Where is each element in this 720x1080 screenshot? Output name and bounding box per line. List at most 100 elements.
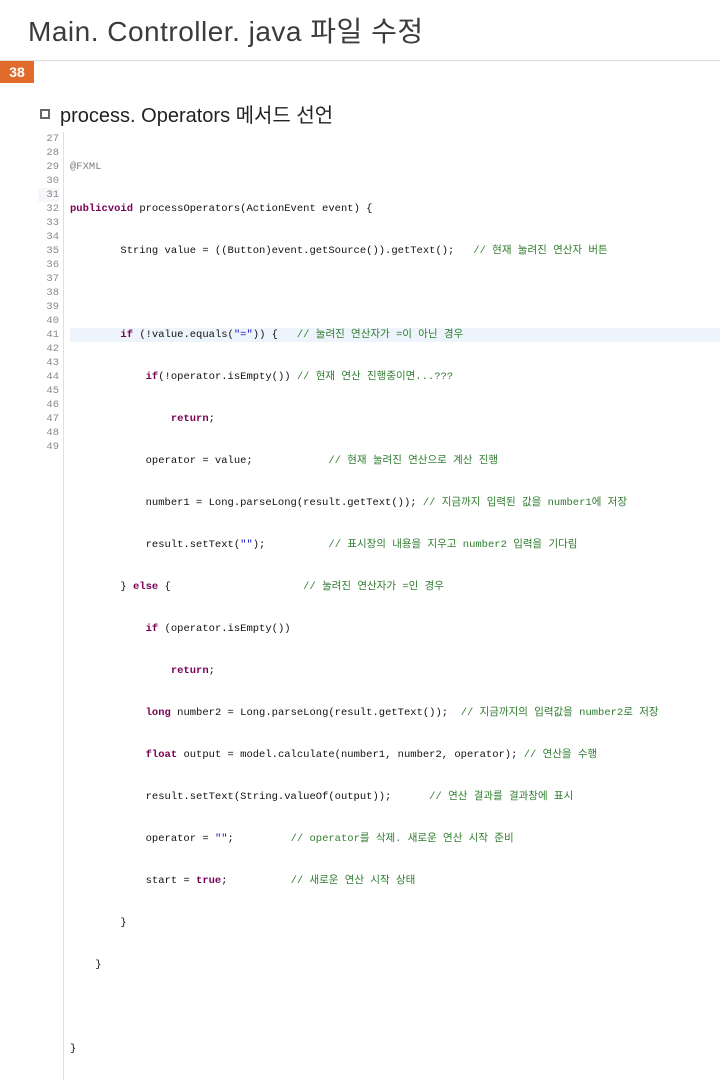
code-text: }	[70, 916, 127, 930]
code-line: return;	[70, 412, 720, 426]
code-line: float output = model.calculate(number1, …	[70, 748, 720, 762]
line-gutter: 27 28 29 30 31 32 33 34 35 36 37 38 39 4…	[38, 132, 64, 1080]
code-line: @FXML	[70, 160, 720, 174]
code-text: {	[158, 580, 303, 594]
code-text	[70, 328, 120, 342]
code-text	[70, 706, 146, 720]
slide-number-badge: 38	[0, 61, 34, 83]
lineno: 42	[38, 342, 59, 356]
lineno: 45	[38, 384, 59, 398]
lineno: 27	[38, 132, 59, 146]
comment: // 연산 결과를 결과창에 표시	[429, 790, 573, 804]
code-text: }	[70, 958, 102, 972]
lineno: 40	[38, 314, 59, 328]
code-lines: @FXML public void processOperators(Actio…	[64, 132, 720, 1080]
code-line: }	[70, 958, 720, 972]
lineno: 43	[38, 356, 59, 370]
comment: // 표시창의 내용을 지우고 number2 입력을 기다림	[328, 538, 577, 552]
code-text: result.setText(	[70, 538, 240, 552]
lineno: 48	[38, 426, 59, 440]
code-block: 27 28 29 30 31 32 33 34 35 36 37 38 39 4…	[0, 132, 720, 1080]
slide-title: Main. Controller. java 파일 수정	[28, 10, 692, 50]
lineno: 28	[38, 146, 59, 160]
string: ""	[215, 832, 228, 846]
lineno: 38	[38, 286, 59, 300]
code-text: output = model.calculate(number1, number…	[177, 748, 524, 762]
lineno: 30	[38, 174, 59, 188]
badge-row: 38	[0, 61, 720, 83]
code-text: start =	[70, 874, 196, 888]
comment: // 현재 눌려진 연산자 버튼	[473, 244, 607, 258]
code-text: (!operator.isEmpty())	[158, 370, 297, 384]
code-line: public void processOperators(ActionEvent…	[70, 202, 720, 216]
code-line: String value = ((Button)event.getSource(…	[70, 244, 720, 258]
comment: // operator를 삭제. 새로운 연산 시작 준비	[291, 832, 514, 846]
code-text	[70, 412, 171, 426]
title-area: Main. Controller. java 파일 수정	[0, 0, 720, 56]
subtitle: process. Operators 메서드 선언	[60, 99, 333, 128]
comment: // 현재 연산 진행중이면...???	[297, 370, 453, 384]
annotation: @FXML	[70, 160, 102, 174]
keyword: else	[133, 580, 158, 594]
code-text: }	[70, 580, 133, 594]
code-text: number1 = Long.parseLong(result.getText(…	[70, 496, 423, 510]
code-text: ;	[228, 832, 291, 846]
comment: // 현재 눌려진 연산으로 계산 진행	[328, 454, 498, 468]
bullet-icon	[40, 109, 50, 119]
code-text: processOperators(ActionEvent event) {	[133, 202, 372, 216]
code-line: result.setText(String.valueOf(output)); …	[70, 790, 720, 804]
comment: // 지금까지 입력된 값을 number1에 저장	[423, 496, 627, 510]
lineno: 34	[38, 230, 59, 244]
comment: // 지금까지의 입력값을 number2로 저장	[461, 706, 659, 720]
string: "="	[234, 328, 253, 342]
lineno: 47	[38, 412, 59, 426]
code-text: (!value.equals(	[133, 328, 234, 342]
string: ""	[240, 538, 253, 552]
code-line: number1 = Long.parseLong(result.getText(…	[70, 496, 720, 510]
code-text: number2 = Long.parseLong(result.getText(…	[171, 706, 461, 720]
code-line: operator = ""; // operator를 삭제. 새로운 연산 시…	[70, 832, 720, 846]
code-text: );	[253, 538, 329, 552]
comment: // 새로운 연산 시작 상태	[291, 874, 416, 888]
code-line: }	[70, 916, 720, 930]
lineno: 37	[38, 272, 59, 286]
subtitle-row: process. Operators 메서드 선언	[0, 83, 720, 132]
code-text: }	[70, 1042, 76, 1056]
code-text: )) {	[253, 328, 297, 342]
lineno: 33	[38, 216, 59, 230]
lineno: 31	[38, 188, 59, 202]
code-line: operator = value; // 현재 눌려진 연산으로 계산 진행	[70, 454, 720, 468]
code-line: if (!value.equals("=")) { // 눌려진 연산자가 =이…	[70, 328, 720, 342]
keyword: public	[70, 202, 108, 216]
code-line: return;	[70, 664, 720, 678]
comment: // 눌려진 연산자가 =인 경우	[303, 580, 444, 594]
lineno: 49	[38, 440, 59, 454]
lineno: 32	[38, 202, 59, 216]
keyword: true	[196, 874, 221, 888]
keyword: void	[108, 202, 133, 216]
keyword: if	[146, 622, 159, 636]
code-text: ;	[209, 412, 215, 426]
code-text: operator = value;	[70, 454, 328, 468]
keyword: return	[171, 412, 209, 426]
code-text: (operator.isEmpty())	[158, 622, 290, 636]
lineno: 36	[38, 258, 59, 272]
keyword: if	[146, 370, 159, 384]
keyword: if	[120, 328, 133, 342]
code-line: if (operator.isEmpty())	[70, 622, 720, 636]
code-text: operator =	[70, 832, 215, 846]
code-text	[70, 664, 171, 678]
code-text: ;	[209, 664, 215, 678]
keyword: float	[146, 748, 178, 762]
code-text	[70, 622, 146, 636]
code-line: }	[70, 1042, 720, 1056]
comment: // 눌려진 연산자가 =이 아닌 경우	[297, 328, 463, 342]
code-line: long number2 = Long.parseLong(result.get…	[70, 706, 720, 720]
keyword: long	[146, 706, 171, 720]
lineno: 35	[38, 244, 59, 258]
slide: Main. Controller. java 파일 수정 38 process.…	[0, 0, 720, 540]
lineno: 46	[38, 398, 59, 412]
code-line	[70, 1000, 720, 1014]
lineno: 44	[38, 370, 59, 384]
code-text	[70, 748, 146, 762]
